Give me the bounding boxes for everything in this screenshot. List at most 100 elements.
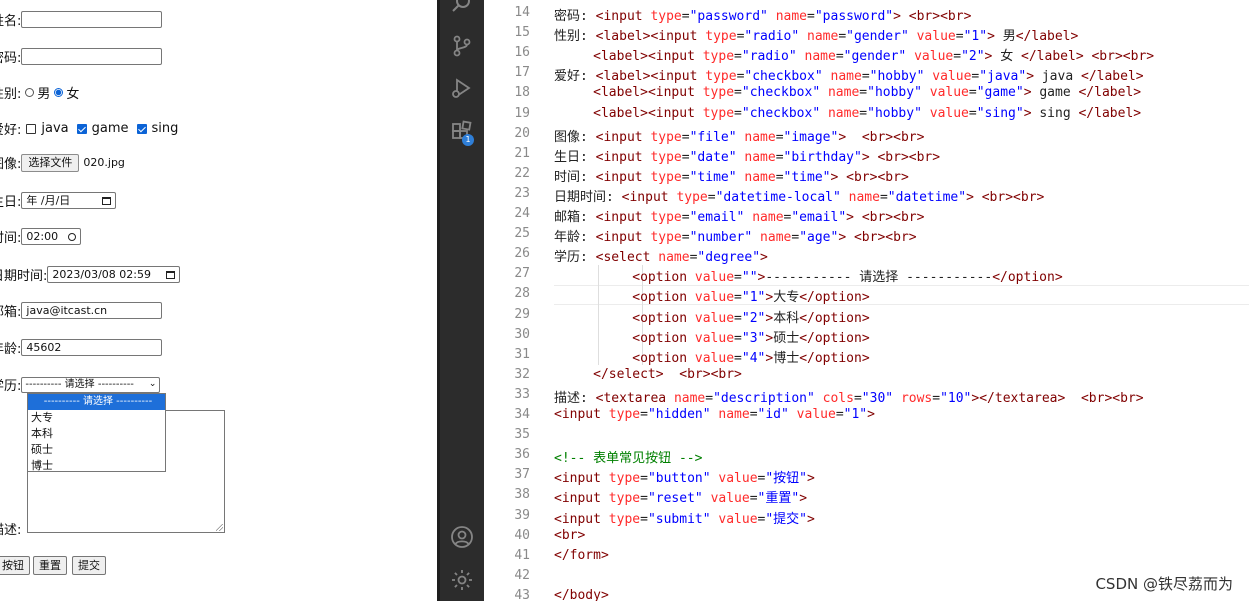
line-number: 19 [514, 105, 530, 121]
line-number: 29 [514, 306, 530, 322]
line-number: 31 [514, 346, 530, 362]
code-line[interactable]: 日期时间: <input type="datetime-local" name=… [554, 186, 1044, 205]
code-line[interactable]: 爱好: <label><input type="checkbox" name="… [554, 65, 1144, 84]
gender-male-label: 男 [37, 87, 51, 102]
line-number: 43 [514, 587, 530, 601]
activity-bar [440, 0, 484, 601]
line-number: 36 [514, 447, 530, 463]
code-line[interactable]: 时间: <input type="time" name="time"> <br>… [554, 166, 909, 185]
code-line[interactable]: <option value="2">本科</option> [554, 307, 869, 326]
code-editor[interactable]: 14 密码: <input type="password" name="passw… [484, 0, 1249, 601]
code-line[interactable]: 邮箱: <input type="email" name="email"> <b… [554, 206, 924, 225]
line-number: 27 [514, 266, 530, 282]
account-icon[interactable] [450, 525, 474, 549]
reset-button[interactable]: 重置 [33, 556, 67, 575]
image-row: 图像: 选择文件 020.jpg [0, 153, 125, 172]
code-line[interactable]: <option value="4">博士</option> [554, 347, 869, 366]
choose-file-button[interactable]: 选择文件 [21, 153, 80, 172]
browser-form-preview: 姓名: 密码: 性别: 男 女 爱好: java game sing 图像: 选… [0, 0, 437, 601]
line-number: 34 [514, 407, 530, 422]
code-line[interactable]: <br> [554, 528, 585, 543]
time-label: 时间: [0, 231, 22, 246]
code-line[interactable]: <input type="submit" value="提交"> [554, 508, 815, 527]
line-number: 24 [514, 206, 530, 221]
description-label: 描述: [0, 523, 22, 538]
line-number: 18 [514, 85, 530, 101]
email-input[interactable]: java@itcast.cn [21, 302, 163, 319]
degree-option[interactable]: 博士 [28, 458, 165, 474]
password-input[interactable] [21, 48, 163, 65]
hobby-game-checkbox[interactable] [76, 123, 87, 134]
age-input[interactable]: 45602 [21, 339, 163, 356]
line-number: 20 [514, 125, 530, 141]
chevron-down-icon: ⌄ [148, 379, 157, 389]
code-line[interactable]: <label><input type="radio" name="gender"… [554, 45, 1154, 64]
degree-select[interactable]: ---------- 请选择 ---------- ⌄ [21, 376, 161, 393]
degree-option[interactable]: ---------- 请选择 ---------- [28, 394, 165, 410]
degree-option[interactable]: 本科 [28, 426, 165, 442]
degree-label: 学历: [0, 379, 22, 394]
hobby-label: 爱好: [0, 123, 22, 138]
code-line[interactable]: 年龄: <input type="number" name="age"> <br… [554, 226, 917, 245]
code-line[interactable]: 学历: <select name="degree"> [554, 246, 768, 265]
gender-female-label: 女 [66, 87, 80, 102]
gender-female-radio[interactable] [54, 88, 64, 97]
code-line[interactable]: 生日: <input type="date" name="birthday"> … [554, 146, 940, 165]
code-line[interactable]: <option value="3">硕士</option> [554, 327, 869, 346]
time-row: 时间: 02:00 [0, 227, 82, 246]
degree-row: 学历: ---------- 请选择 ---------- ⌄ [0, 375, 161, 394]
code-line[interactable]: <input type="reset" value="重置"> [554, 487, 807, 506]
code-line[interactable]: 图像: <input type="file" name="image"> <br… [554, 126, 924, 145]
birthday-value: 年 /月/日 [26, 194, 71, 207]
code-line[interactable]: <label><input type="checkbox" name="hobb… [554, 85, 1141, 100]
file-name: 020.jpg [83, 156, 125, 169]
code-line[interactable]: <!-- 表单常见按钮 --> [554, 447, 702, 466]
calendar-icon[interactable] [166, 270, 176, 279]
code-line[interactable]: <input type="button" value="按钮"> [554, 467, 815, 486]
csdn-watermark: CSDN @铁尽荔而为 [1093, 573, 1235, 594]
datetime-value: 2023/03/08 02:59 [52, 268, 151, 281]
age-row: 年龄: 45602 [0, 338, 163, 357]
datetime-row: 日期时间: 2023/03/08 02:59 [0, 265, 181, 284]
code-line[interactable]: <label><input type="checkbox" name="hobb… [554, 106, 1141, 121]
line-number: 16 [514, 45, 530, 61]
line-number: 33 [514, 386, 530, 402]
degree-option[interactable]: 大专 [28, 410, 165, 426]
resize-grip-icon[interactable] [216, 524, 223, 531]
search-icon[interactable] [450, 0, 474, 16]
code-line[interactable]: </form> [554, 548, 609, 563]
calendar-icon[interactable] [102, 196, 112, 205]
hobby-sing-checkbox[interactable] [136, 123, 147, 134]
datetime-input[interactable]: 2023/03/08 02:59 [47, 266, 181, 283]
username-row: 姓名: [0, 10, 163, 29]
source-control-icon[interactable] [450, 34, 474, 58]
code-line[interactable]: <option value="1">大专</option> [554, 286, 869, 305]
line-number: 15 [514, 25, 530, 41]
hobby-java-label: java [41, 121, 69, 136]
email-row: 邮箱: java@itcast.cn [0, 301, 163, 320]
run-debug-icon[interactable] [450, 76, 474, 100]
code-line[interactable]: 描述: <textarea name="description" cols="3… [554, 387, 1144, 406]
submit-button[interactable]: 提交 [72, 556, 106, 575]
gender-male-radio[interactable] [25, 88, 35, 97]
line-number: 23 [514, 185, 530, 201]
button-button[interactable]: 按钮 [0, 556, 30, 575]
code-line[interactable]: </body> [554, 588, 609, 601]
time-input[interactable]: 02:00 [21, 228, 82, 245]
clock-icon[interactable] [68, 232, 77, 241]
gender-label: 性别: [0, 87, 22, 102]
line-number: 22 [514, 165, 530, 181]
hobby-sing-label: sing [151, 121, 179, 136]
code-line[interactable]: <option value="">----------- 请选择 -------… [554, 266, 1062, 285]
hobby-java-checkbox[interactable] [26, 123, 37, 134]
code-line[interactable]: <input type="hidden" name="id" value="1"… [554, 407, 875, 422]
code-line[interactable]: 密码: <input type="password" name="passwor… [554, 5, 971, 24]
degree-option[interactable]: 硕士 [28, 442, 165, 458]
code-line[interactable]: </select> <br><br> [554, 367, 742, 382]
username-input[interactable] [21, 11, 163, 28]
password-label: 密码: [0, 51, 22, 66]
birthday-input[interactable]: 年 /月/日 [21, 192, 117, 209]
birthday-row: 生日: 年 /月/日 [0, 191, 117, 210]
settings-gear-icon[interactable] [450, 568, 474, 592]
code-line[interactable]: 性别: <label><input type="radio" name="gen… [554, 25, 1078, 44]
